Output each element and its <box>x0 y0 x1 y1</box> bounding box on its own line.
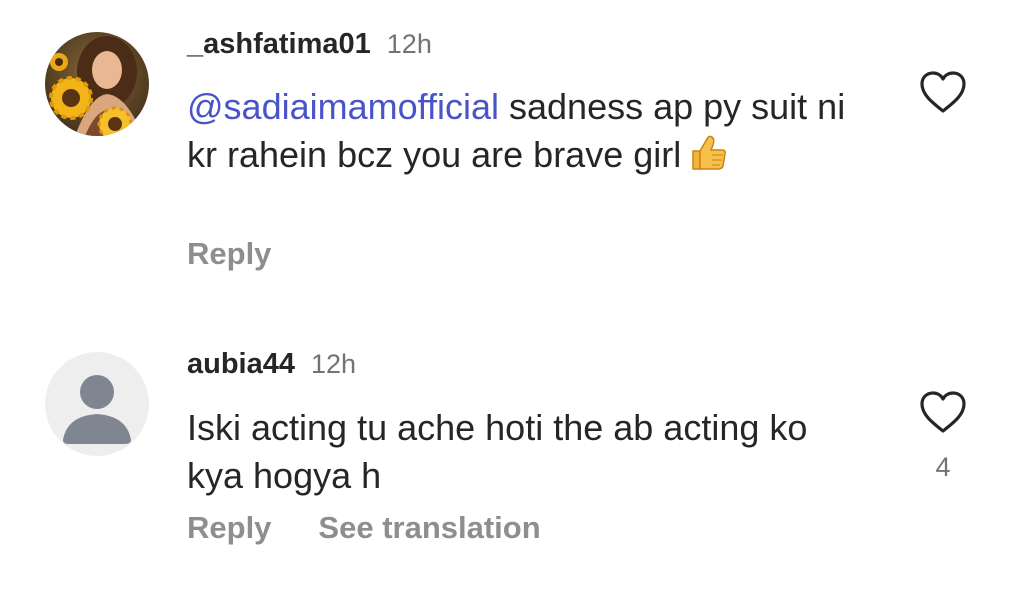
reply-button[interactable]: Reply <box>187 236 271 272</box>
timestamp: 12h <box>311 349 357 379</box>
comment-text: Iski acting tu ache hoti the ab acting k… <box>187 404 867 500</box>
thumbs-up-icon <box>692 135 727 170</box>
mention-link[interactable]: @sadiaimamofficial <box>187 86 499 127</box>
like-count: 4 <box>935 452 951 482</box>
comment-header: aubia44 12h <box>187 348 356 381</box>
heart-icon[interactable] <box>918 70 968 114</box>
username[interactable]: aubia44 <box>187 348 295 381</box>
sunflower-portrait-icon <box>45 32 149 136</box>
heart-icon[interactable] <box>918 390 968 434</box>
comment-body: Iski acting tu ache hoti the ab acting k… <box>187 407 808 496</box>
see-translation-button[interactable]: See translation <box>318 510 540 546</box>
comment-text: @sadiaimamofficial sadness ap py suit ni… <box>187 83 867 179</box>
avatar[interactable] <box>45 352 149 456</box>
default-profile-icon <box>45 352 149 456</box>
avatar[interactable] <box>45 32 149 136</box>
comment-actions: Reply <box>187 236 271 272</box>
reply-button[interactable]: Reply <box>187 510 271 546</box>
timestamp: 12h <box>386 29 432 59</box>
comment-actions: Reply See translation <box>187 510 541 546</box>
username[interactable]: _ashfatima01 <box>187 28 371 61</box>
comment-header: _ashfatima01 12h <box>187 28 432 61</box>
